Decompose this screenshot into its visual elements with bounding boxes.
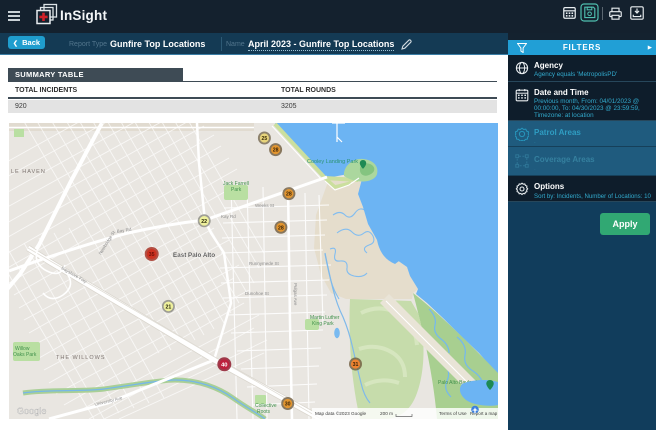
svg-text:22: 22 [201, 219, 207, 225]
svg-text:28: 28 [278, 225, 284, 231]
svg-text:Kay Rd: Kay Rd [221, 214, 236, 219]
svg-text:Roots: Roots [257, 409, 271, 415]
svg-text:Pulgas Ave: Pulgas Ave [293, 283, 298, 306]
svg-text:25: 25 [262, 136, 268, 142]
svg-text:Park: Park [231, 187, 242, 193]
svg-text:King Park: King Park [312, 321, 334, 327]
svg-text:Dunohoe St: Dunohoe St [245, 291, 270, 296]
svg-text:Cooley Landing Park: Cooley Landing Park [307, 159, 358, 165]
svg-text:31: 31 [353, 362, 359, 368]
svg-text:28: 28 [286, 192, 292, 198]
svg-text:Map data ©2023 Google: Map data ©2023 Google [315, 410, 367, 416]
svg-text:30: 30 [285, 402, 291, 408]
svg-text:Oaks Park: Oaks Park [13, 352, 37, 358]
svg-text:LE HAVEN: LE HAVEN [11, 169, 46, 175]
svg-text:East Palo Alto: East Palo Alto [173, 252, 215, 259]
svg-text:Terms of Use: Terms of Use [439, 411, 467, 416]
svg-text:21: 21 [166, 305, 172, 311]
svg-text:35: 35 [149, 252, 155, 258]
svg-text:200 m: 200 m [380, 411, 393, 416]
svg-text:40: 40 [221, 363, 227, 369]
svg-text:Weeks St: Weeks St [255, 203, 275, 208]
svg-text:THE WILLOWS: THE WILLOWS [56, 355, 106, 361]
svg-text:Google: Google [17, 406, 47, 416]
svg-text:28: 28 [273, 148, 279, 154]
svg-text:Runnymede St: Runnymede St [249, 261, 280, 266]
